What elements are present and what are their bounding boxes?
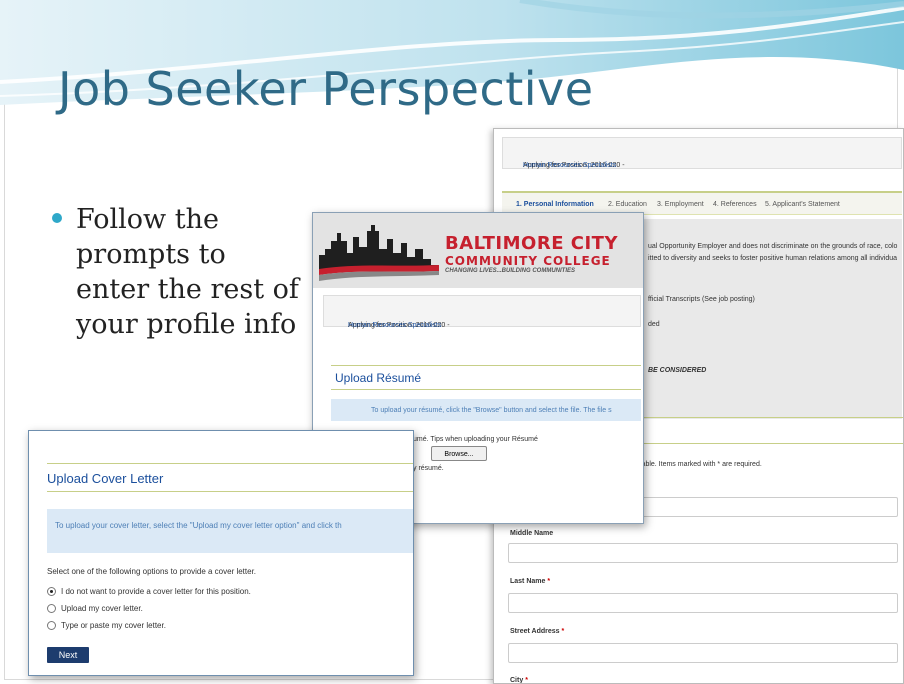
divider-line [331,389,641,390]
bullet-dot [52,213,62,223]
cover-letter-option[interactable]: I do not want to provide a cover letter … [47,587,251,596]
college-banner: BALTIMORE CITY COMMUNITY COLLEGE CHANGIN… [313,213,643,288]
upload-resume-heading: Upload Résumé [335,371,422,385]
radio-icon[interactable] [47,604,56,613]
street-address-label: Street Address * [510,628,565,635]
upload-cover-letter-heading: Upload Cover Letter [47,471,164,486]
upload-resume-info: To upload your résumé, click the "Browse… [331,399,641,421]
browse-button[interactable]: Browse... [431,446,487,461]
option-label: Upload my cover letter. [61,604,143,613]
radio-selected-icon[interactable] [47,587,56,596]
city-label: City * [510,677,528,684]
divider-line [47,463,413,464]
slide-title: Job Seeker Perspective [58,62,594,116]
divider-line [47,491,413,492]
skyline-logo-icon [319,225,439,281]
resume-file-text: y résumé. [413,465,444,472]
eeo-line-1: ual Opportunity Employer and does not di… [648,243,898,250]
cover-letter-info-text: To upload your cover letter, select the … [55,521,342,530]
required-marker: * [561,628,565,635]
transcripts-note: fficial Transcripts (See job posting) [648,296,755,303]
upload-resume-info-text: To upload your résumé, click the "Browse… [371,407,612,414]
required-marker: * [547,578,551,585]
middle-name-field[interactable] [508,543,898,563]
considered-note: BE CONSIDERED [648,367,707,374]
position-link[interactable]: Human Resources Specialists [523,162,616,169]
radio-icon[interactable] [47,621,56,630]
option-label: Type or paste my cover letter. [61,621,166,630]
tab-personal-information[interactable]: 1. Personal Information [516,201,594,208]
logo-subtitle: COMMUNITY COLLEGE [445,254,611,268]
ded-note: ded [648,321,660,328]
slide: Job Seeker Perspective Follow the prompt… [0,0,904,684]
applying-bar: Applying for Position: 2016-020 - Human … [323,295,641,329]
position-link[interactable]: Human Resources Specialists [348,322,441,329]
divider-line [624,417,903,418]
next-button[interactable]: Next [47,647,89,663]
cover-letter-option[interactable]: Type or paste my cover letter. [47,621,166,630]
tab-education[interactable]: 2. Education [608,201,647,208]
cover-letter-option[interactable]: Upload my cover letter. [47,604,143,613]
last-name-label: Last Name * [510,578,551,585]
last-name-field[interactable] [508,593,898,613]
upload-cover-letter-screenshot: Upload Cover Letter To upload your cover… [28,430,414,676]
required-note: lable. Items marked with * are required. [640,461,762,468]
divider-line [331,365,641,366]
resume-tips-text: umé. Tips when uploading your Résumé [413,436,538,443]
eeo-line-2: itted to diversity and seeks to foster p… [648,255,898,262]
bullet-text: Follow the prompts to enter the rest of … [76,204,299,340]
tab-applicants-statement[interactable]: 5. Applicant's Statement [765,201,840,208]
cover-letter-prompt: Select one of the following options to p… [47,567,257,576]
logo-title: BALTIMORE CITY [445,233,618,254]
applying-bar: Applying for Position: 2016-020 - Human … [502,137,902,169]
tab-references[interactable]: 4. References [713,201,757,208]
option-label: I do not want to provide a cover letter … [61,587,251,596]
required-marker: * [525,677,528,684]
divider-line [624,443,903,444]
logo-tagline: CHANGING LIVES...BUILDING COMMUNITIES [445,268,576,274]
cover-letter-info: To upload your cover letter, select the … [47,509,413,553]
tab-employment[interactable]: 3. Employment [657,201,704,208]
street-address-field[interactable] [508,643,898,663]
middle-name-label: Middle Name [510,530,554,537]
